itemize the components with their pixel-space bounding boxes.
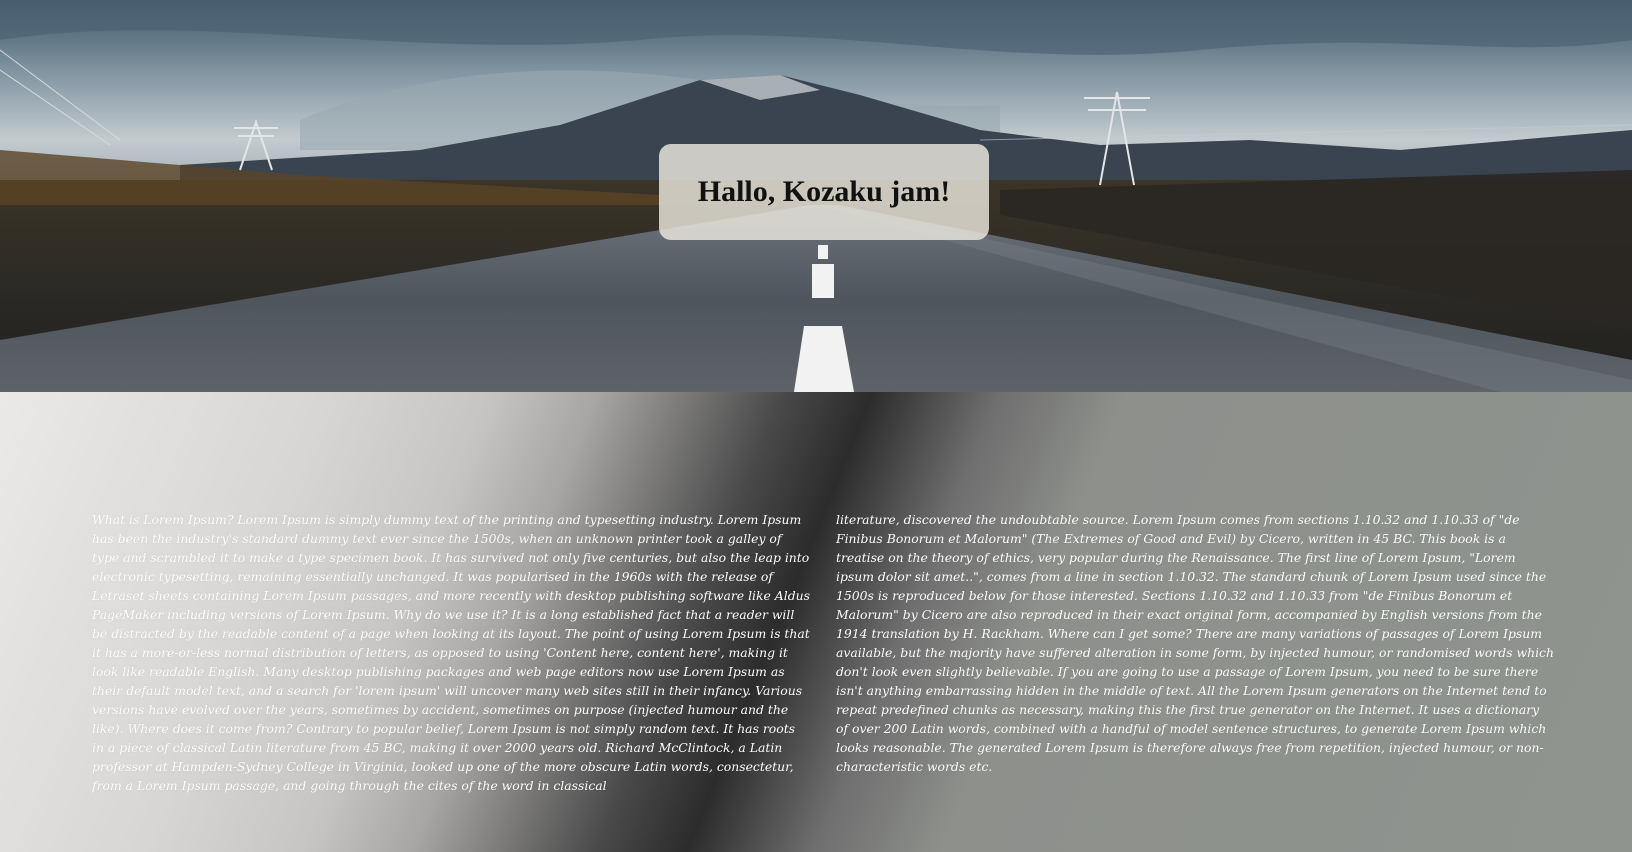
hero-banner: Hallo, Kozaku jam! <box>0 0 1632 392</box>
text-column-right: literature, discovered the undoubtable s… <box>836 512 1554 774</box>
text-columns: What is Lorem Ipsum? Lorem Ipsum is simp… <box>92 510 1554 795</box>
hero-title-card: Hallo, Kozaku jam! <box>659 144 989 240</box>
text-column-left: What is Lorem Ipsum? Lorem Ipsum is simp… <box>92 512 810 793</box>
hero-title: Hallo, Kozaku jam! <box>697 175 951 208</box>
content-section: What is Lorem Ipsum? Lorem Ipsum is simp… <box>0 392 1632 852</box>
